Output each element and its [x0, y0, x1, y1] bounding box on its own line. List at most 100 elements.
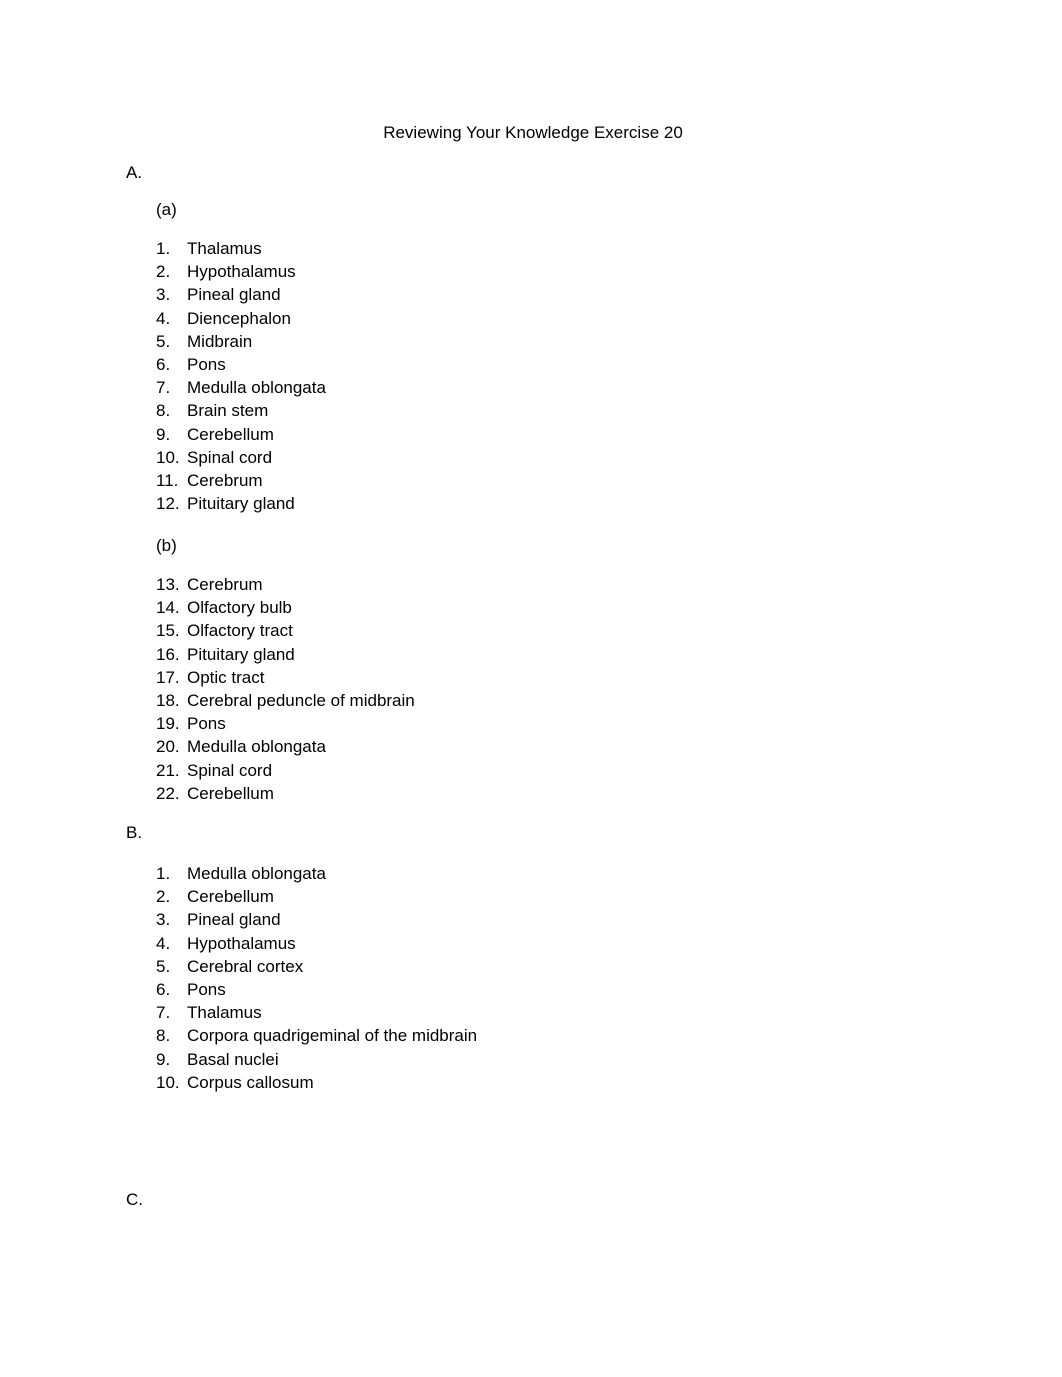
list-item-text: Olfactory bulb	[187, 598, 292, 618]
list-item-text: Pituitary gland	[187, 494, 295, 514]
list-item-text: Thalamus	[187, 239, 262, 258]
list-item: 12. Pituitary gland	[156, 492, 326, 515]
list-item-number: 2.	[156, 887, 171, 907]
list-item: 11. Cerebrum	[156, 469, 326, 492]
list-item-text: Cerebrum	[187, 575, 263, 594]
list-item-text: Corpus callosum	[187, 1072, 314, 1092]
list-item-number: 21.	[156, 760, 180, 780]
list-item-text: Spinal cord	[187, 760, 273, 780]
list-item: 2. Cerebellum	[156, 885, 477, 908]
list-item: 3. Pineal gland	[156, 908, 477, 931]
list-item: 10. Corpus callosum	[156, 1071, 477, 1094]
section-a-part-a-label: (a)	[156, 200, 177, 219]
list-item: 9. Basal nuclei	[156, 1048, 477, 1071]
list-item: 5. Midbrain	[156, 330, 326, 353]
list-item-number: 11.	[156, 470, 179, 490]
list-item-text: Pineal gland	[187, 910, 281, 930]
list-item-number: 12.	[156, 494, 180, 514]
list-item-text: Hypothalamus	[187, 262, 296, 282]
list-item-number: 4.	[156, 933, 171, 953]
list-item-text: Pons	[187, 354, 226, 374]
list-item: 1. Thalamus	[156, 237, 326, 260]
list-item-number: 1.	[156, 239, 171, 258]
list-item-text: Optic tract	[187, 667, 265, 687]
section-c-label: C.	[126, 1190, 143, 1209]
list-item: 9. Cerebellum	[156, 423, 326, 446]
list-item-number: 13.	[156, 575, 180, 594]
list-item-number: 22.	[156, 783, 180, 803]
list-item-text: Diencephalon	[187, 308, 291, 328]
list-item-text: Cerebral cortex	[187, 956, 304, 976]
list-item: 16. Pituitary gland	[156, 643, 415, 666]
list-item-number: 6.	[156, 354, 171, 374]
section-a-part-b-label: (b)	[156, 536, 177, 555]
list-item-number: 15.	[156, 621, 180, 641]
list-item-number: 5.	[156, 956, 171, 976]
list-item-number: 8.	[156, 401, 171, 421]
list-item: 4. Hypothalamus	[156, 932, 477, 955]
list-item-number: 1.	[156, 864, 171, 883]
list-item-text: Medulla oblongata	[187, 378, 326, 398]
list-item-text: Hypothalamus	[187, 933, 296, 953]
list-item-number: 8.	[156, 1026, 171, 1046]
section-a-part-b-list: 13. Cerebrum 14. Olfactory bulb 15. Olfactory…	[156, 573, 415, 805]
list-item: 18. Cerebral peduncle of midbrain	[156, 689, 415, 712]
list-item: 3. Pineal gland	[156, 283, 326, 306]
list-item: 17. Optic tract	[156, 666, 415, 689]
section-a-part-a-list: 1. Thalamus 2. Hypothalamus 3. Pineal gland 4.…	[156, 237, 326, 515]
list-item-text: Cerebral peduncle of midbrain	[187, 690, 415, 710]
section-b-list: 1. Medulla oblongata 2. Cerebellum 3. Pineal …	[156, 862, 477, 1094]
list-item: 7. Thalamus	[156, 1001, 477, 1024]
list-item-text: Thalamus	[187, 1003, 262, 1023]
section-a-label: A.	[126, 163, 143, 182]
list-item-number: 9.	[156, 424, 171, 444]
list-item: 1. Medulla oblongata	[156, 862, 477, 885]
list-item-text: Cerebrum	[187, 470, 263, 490]
list-item-number: 6.	[156, 979, 171, 999]
list-item-number: 16.	[156, 644, 180, 664]
list-item: 4. Diencephalon	[156, 307, 326, 330]
list-item: 8. Brain stem	[156, 399, 326, 422]
list-item-text: Medulla oblongata	[187, 737, 326, 757]
list-item-number: 14.	[156, 598, 180, 618]
list-item-number: 5.	[156, 331, 171, 351]
list-item-text: Pons	[187, 979, 226, 999]
list-item-number: 7.	[156, 378, 171, 398]
list-item-number: 17.	[156, 667, 180, 687]
list-item-number: 3.	[156, 285, 171, 305]
list-item-number: 9.	[156, 1049, 171, 1069]
list-item-text: Cerebellum	[187, 887, 274, 907]
list-item: 21. Spinal cord	[156, 759, 415, 782]
list-item-text: Basal nuclei	[187, 1049, 279, 1069]
list-item-number: 18.	[156, 690, 180, 710]
list-item-text: Corpora quadrigeminal of the midbrain	[187, 1026, 478, 1046]
list-item-text: Spinal cord	[187, 447, 273, 467]
list-item-text: Brain stem	[187, 401, 269, 421]
list-item-text: Olfactory tract	[187, 621, 293, 641]
list-item: 13. Cerebrum	[156, 573, 415, 596]
list-item: 7. Medulla oblongata	[156, 376, 326, 399]
list-item-number: 4.	[156, 308, 171, 328]
list-item: 6. Pons	[156, 353, 326, 376]
list-item-text: Pons	[187, 714, 226, 734]
list-item-text: Midbrain	[187, 331, 253, 351]
list-item-number: 10.	[156, 1072, 180, 1092]
list-item: 19. Pons	[156, 712, 415, 735]
list-item-text: Medulla oblongata	[187, 864, 326, 883]
list-item-text: Cerebellum	[187, 783, 274, 803]
list-item-text: Pineal gland	[187, 285, 281, 305]
document-title: Reviewing Your Knowledge Exercise 20	[383, 123, 683, 142]
list-item: 6. Pons	[156, 978, 477, 1001]
list-item-number: 19.	[156, 714, 180, 734]
list-item-number: 2.	[156, 262, 171, 282]
list-item-number: 7.	[156, 1003, 171, 1023]
list-item: 2. Hypothalamus	[156, 260, 326, 283]
list-item: 15. Olfactory tract	[156, 619, 415, 642]
list-item: 20. Medulla oblongata	[156, 735, 415, 758]
list-item: 14. Olfactory bulb	[156, 596, 415, 619]
list-item: 22. Cerebellum	[156, 782, 415, 805]
section-b-label: B.	[126, 823, 143, 842]
list-item: 8. Corpora quadrigeminal of the midbrain	[156, 1024, 477, 1047]
list-item: 5. Cerebral cortex	[156, 955, 477, 978]
list-item: 10. Spinal cord	[156, 446, 326, 469]
